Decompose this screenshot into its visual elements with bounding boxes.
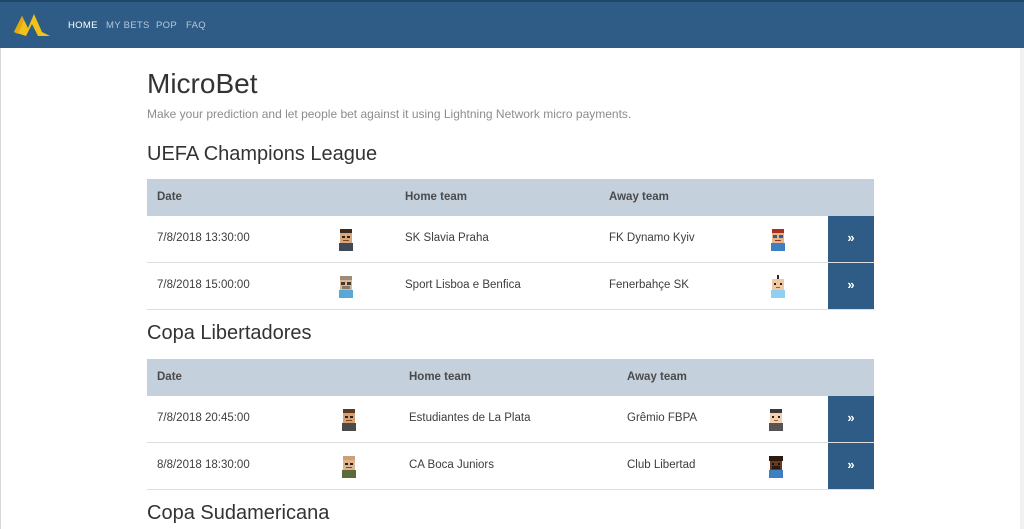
microbet-logo-icon[interactable] (12, 10, 52, 40)
home-team-name: Sport Lisboa e Benfica (405, 279, 521, 291)
column-header-date: Date (157, 191, 182, 203)
column-header-away-team: Away team (627, 371, 687, 383)
top-navbar: HOME MY BETS POP FAQ (0, 0, 1024, 48)
away-team-name: FK Dynamo Kyiv (609, 232, 695, 244)
table-header: Date Home team Away team (147, 179, 874, 216)
home-team-name: SK Slavia Praha (405, 232, 489, 244)
nav-pop-link[interactable]: POP (156, 20, 177, 31)
league-title-sudamericana: Copa Sudamericana (147, 502, 330, 524)
table-row: 7/8/2018 20:45:00 Estudiantes de La Plat… (147, 396, 874, 443)
open-match-button[interactable]: » (828, 263, 874, 309)
column-header-date: Date (157, 371, 182, 383)
match-date: 7/8/2018 13:30:00 (157, 232, 250, 244)
left-border (0, 48, 1, 529)
table-row: 7/8/2018 15:00:00 Sport Lisboa e Benfica… (147, 263, 874, 310)
nav-my-bets-link[interactable]: MY BETS (106, 20, 150, 31)
page-subtitle: Make your prediction and let people bet … (147, 107, 632, 121)
page-title: MicroBet (147, 68, 258, 99)
open-match-button[interactable]: » (828, 443, 874, 489)
match-date: 8/8/2018 18:30:00 (157, 459, 250, 471)
match-date: 7/8/2018 15:00:00 (157, 279, 250, 291)
away-player-avatar-icon (769, 409, 783, 431)
match-date: 7/8/2018 20:45:00 (157, 412, 250, 424)
home-player-avatar-icon (339, 276, 353, 298)
home-player-avatar-icon (342, 456, 356, 478)
nav-home-link[interactable]: HOME (68, 20, 98, 31)
column-header-home-team: Home team (405, 191, 467, 203)
table-row: 8/8/2018 18:30:00 CA Boca Juniors Club L… (147, 443, 874, 490)
away-team-name: Grêmio FBPA (627, 412, 698, 424)
table-header: Date Home team Away team (147, 359, 874, 396)
right-scroll-gutter (1020, 48, 1024, 529)
open-match-button[interactable]: » (828, 396, 874, 442)
nav-faq-link[interactable]: FAQ (186, 20, 206, 31)
open-match-button[interactable]: » (828, 216, 874, 262)
home-team-name: Estudiantes de La Plata (409, 412, 531, 424)
away-player-avatar-icon (771, 275, 785, 298)
league-title-libertadores: Copa Libertadores (147, 322, 312, 344)
column-header-home-team: Home team (409, 371, 471, 383)
league-title-ucl: UEFA Champions League (147, 143, 378, 165)
home-player-avatar-icon (342, 409, 356, 431)
column-header-away-team: Away team (609, 191, 669, 203)
away-player-avatar-icon (771, 229, 785, 251)
home-player-avatar-icon (339, 229, 353, 251)
home-team-name: CA Boca Juniors (409, 459, 495, 471)
away-team-name: Club Libertad (627, 459, 696, 471)
away-team-name: Fenerbahçe SK (609, 279, 689, 291)
away-player-avatar-icon (769, 456, 783, 478)
table-row: 7/8/2018 13:30:00 SK Slavia Praha FK Dyn… (147, 216, 874, 263)
